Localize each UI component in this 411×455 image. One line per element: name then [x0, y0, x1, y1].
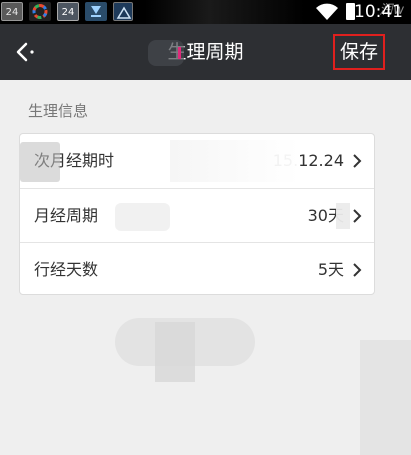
title-mark	[178, 47, 181, 59]
row-label: 行经天数	[34, 260, 99, 279]
blur-overlay	[336, 203, 350, 229]
chevron-right-icon	[353, 154, 362, 168]
blur-overlay	[20, 142, 60, 182]
calendar-24-icon: 24	[1, 2, 23, 21]
app-notification-icon	[113, 2, 133, 21]
period-length-row[interactable]: 行经天数 5天	[20, 242, 374, 294]
info-card: 次月经期时 15.12.24 月经周期 30天 行经天数 5天	[19, 133, 375, 295]
blur-overlay	[155, 322, 195, 382]
status-bar: 24 24 10:41 润w	[0, 0, 411, 24]
chevron-right-icon	[353, 209, 362, 223]
calendar-24-icon: 24	[57, 2, 79, 21]
last-period-row[interactable]: 次月经期时 15.12.24	[20, 134, 374, 188]
blur-overlay	[115, 203, 170, 231]
wifi-icon	[315, 2, 339, 22]
row-label: 月经周期	[34, 206, 99, 225]
status-bar-blur	[145, 0, 305, 24]
save-button[interactable]: 保存	[333, 34, 385, 70]
app-logo-icon	[29, 2, 51, 21]
title-bar: 生理周期 保存	[0, 24, 411, 80]
row-value: 5天	[317, 260, 344, 279]
cycle-length-row[interactable]: 月经周期 30天	[20, 188, 374, 242]
download-icon	[85, 2, 107, 21]
blur-overlay	[170, 140, 300, 182]
blur-overlay	[360, 340, 411, 455]
section-title: 生理信息	[28, 102, 89, 120]
chevron-right-icon	[353, 263, 362, 277]
watermark: 润w	[379, 3, 405, 18]
